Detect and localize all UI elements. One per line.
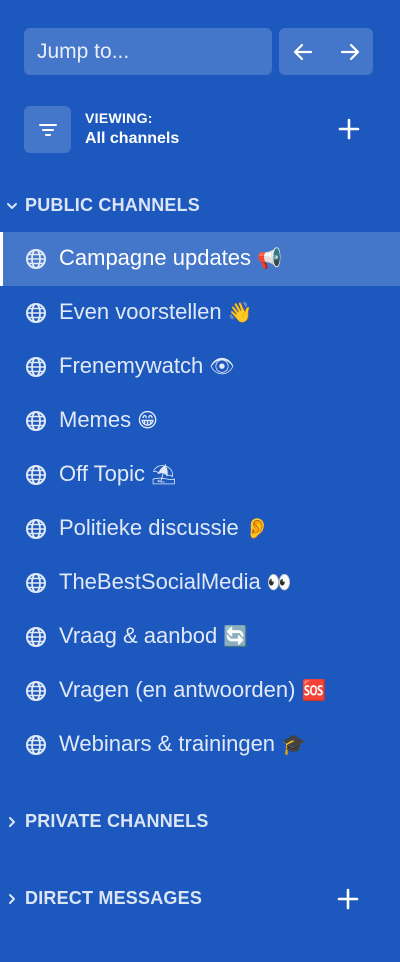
chevron-right-icon	[9, 894, 15, 904]
filter-button[interactable]	[24, 106, 71, 153]
globe-icon	[25, 464, 47, 486]
channel-emoji: 👀	[266, 570, 292, 594]
viewing-value[interactable]: All channels	[85, 130, 179, 148]
channel-label: Politieke discussie 👂	[59, 515, 270, 541]
viewing-label: VIEWING:	[85, 110, 153, 126]
filter-icon	[38, 123, 57, 136]
channel-emoji: 📢	[257, 246, 282, 270]
back-button[interactable]	[279, 28, 326, 75]
channel-item[interactable]: TheBestSocialMedia 👀	[0, 556, 400, 610]
section-public-channels[interactable]: PUBLIC CHANNELS	[0, 191, 400, 221]
channel-emoji: ⛱	[151, 462, 177, 486]
jump-to-search[interactable]: Jump to...	[24, 28, 272, 75]
forward-button[interactable]	[326, 28, 373, 75]
channel-label: Memes 😁	[59, 407, 158, 433]
channel-item[interactable]: Webinars & trainingen 🎓	[0, 718, 400, 772]
section-title: PUBLIC CHANNELS	[25, 195, 201, 215]
channel-name: TheBestSocialMedia	[59, 569, 261, 594]
globe-icon	[25, 248, 47, 270]
channel-label: Vragen (en antwoorden) 🆘	[59, 677, 326, 703]
chevron-right-icon	[9, 817, 15, 827]
channel-label: Webinars & trainingen 🎓	[59, 731, 306, 757]
globe-icon	[25, 626, 47, 648]
channel-name: Off Topic	[59, 461, 146, 486]
globe-icon	[25, 410, 47, 432]
section-title: PRIVATE CHANNELS	[25, 811, 209, 831]
channel-emoji: 🎓	[281, 732, 306, 756]
viewing-filter: VIEWING: All channels	[24, 106, 373, 153]
globe-icon	[25, 572, 47, 594]
channel-name: Vraag & aanbod	[59, 623, 218, 648]
globe-icon	[25, 518, 47, 540]
channel-name: Vragen (en antwoorden)	[59, 677, 296, 702]
history-nav	[279, 28, 373, 75]
channel-item[interactable]: Memes 😁	[0, 394, 400, 448]
globe-icon	[25, 356, 47, 378]
channel-label: Campagne updates 📢	[59, 245, 282, 271]
top-bar: Jump to...	[24, 28, 373, 75]
channel-label: Frenemywatch 👁	[59, 353, 235, 379]
channel-item[interactable]: Vraag & aanbod 🔄	[0, 610, 400, 664]
globe-icon	[25, 680, 47, 702]
channel-name: Memes	[59, 407, 132, 432]
channel-item[interactable]: Politieke discussie 👂	[0, 502, 400, 556]
channel-name: Politieke discussie	[59, 515, 239, 540]
channel-name: Frenemywatch	[59, 353, 204, 378]
globe-icon	[25, 734, 47, 756]
globe-icon	[25, 302, 47, 324]
plus-icon	[338, 118, 360, 140]
channel-name: Webinars & trainingen	[59, 731, 276, 756]
channel-label: Even voorstellen 👋	[59, 299, 253, 325]
channel-label: Off Topic ⛱	[59, 461, 176, 487]
channel-label: TheBestSocialMedia 👀	[59, 569, 292, 595]
channel-label: Vraag & aanbod 🔄	[59, 623, 248, 649]
channel-item[interactable]: Even voorstellen 👋	[0, 286, 400, 340]
add-direct-message-icon[interactable]	[336, 887, 360, 911]
section-private-channels[interactable]: PRIVATE CHANNELS	[0, 807, 400, 837]
channel-emoji: 👁	[209, 354, 235, 378]
add-channel-button[interactable]	[335, 115, 363, 143]
channel-item[interactable]: Frenemywatch 👁	[0, 340, 400, 394]
channel-item[interactable]: Vragen (en antwoorden) 🆘	[0, 664, 400, 718]
arrow-left-icon	[293, 43, 312, 60]
channel-name: Even voorstellen	[59, 299, 222, 324]
channel-emoji: 👋	[227, 300, 253, 324]
arrow-right-icon	[340, 43, 359, 60]
channel-name: Campagne updates	[59, 245, 252, 270]
section-title: DIRECT MESSAGES	[25, 888, 203, 908]
section-direct-messages[interactable]: DIRECT MESSAGES	[0, 884, 400, 914]
channel-emoji: 🆘	[301, 678, 327, 702]
chevron-down-icon	[7, 203, 17, 209]
channel-emoji: 👂	[244, 516, 270, 540]
channel-emoji: 😁	[137, 408, 158, 432]
channel-item[interactable]: Off Topic ⛱	[0, 448, 400, 502]
channel-item[interactable]: Campagne updates 📢	[0, 232, 400, 286]
channel-emoji: 🔄	[223, 624, 249, 648]
